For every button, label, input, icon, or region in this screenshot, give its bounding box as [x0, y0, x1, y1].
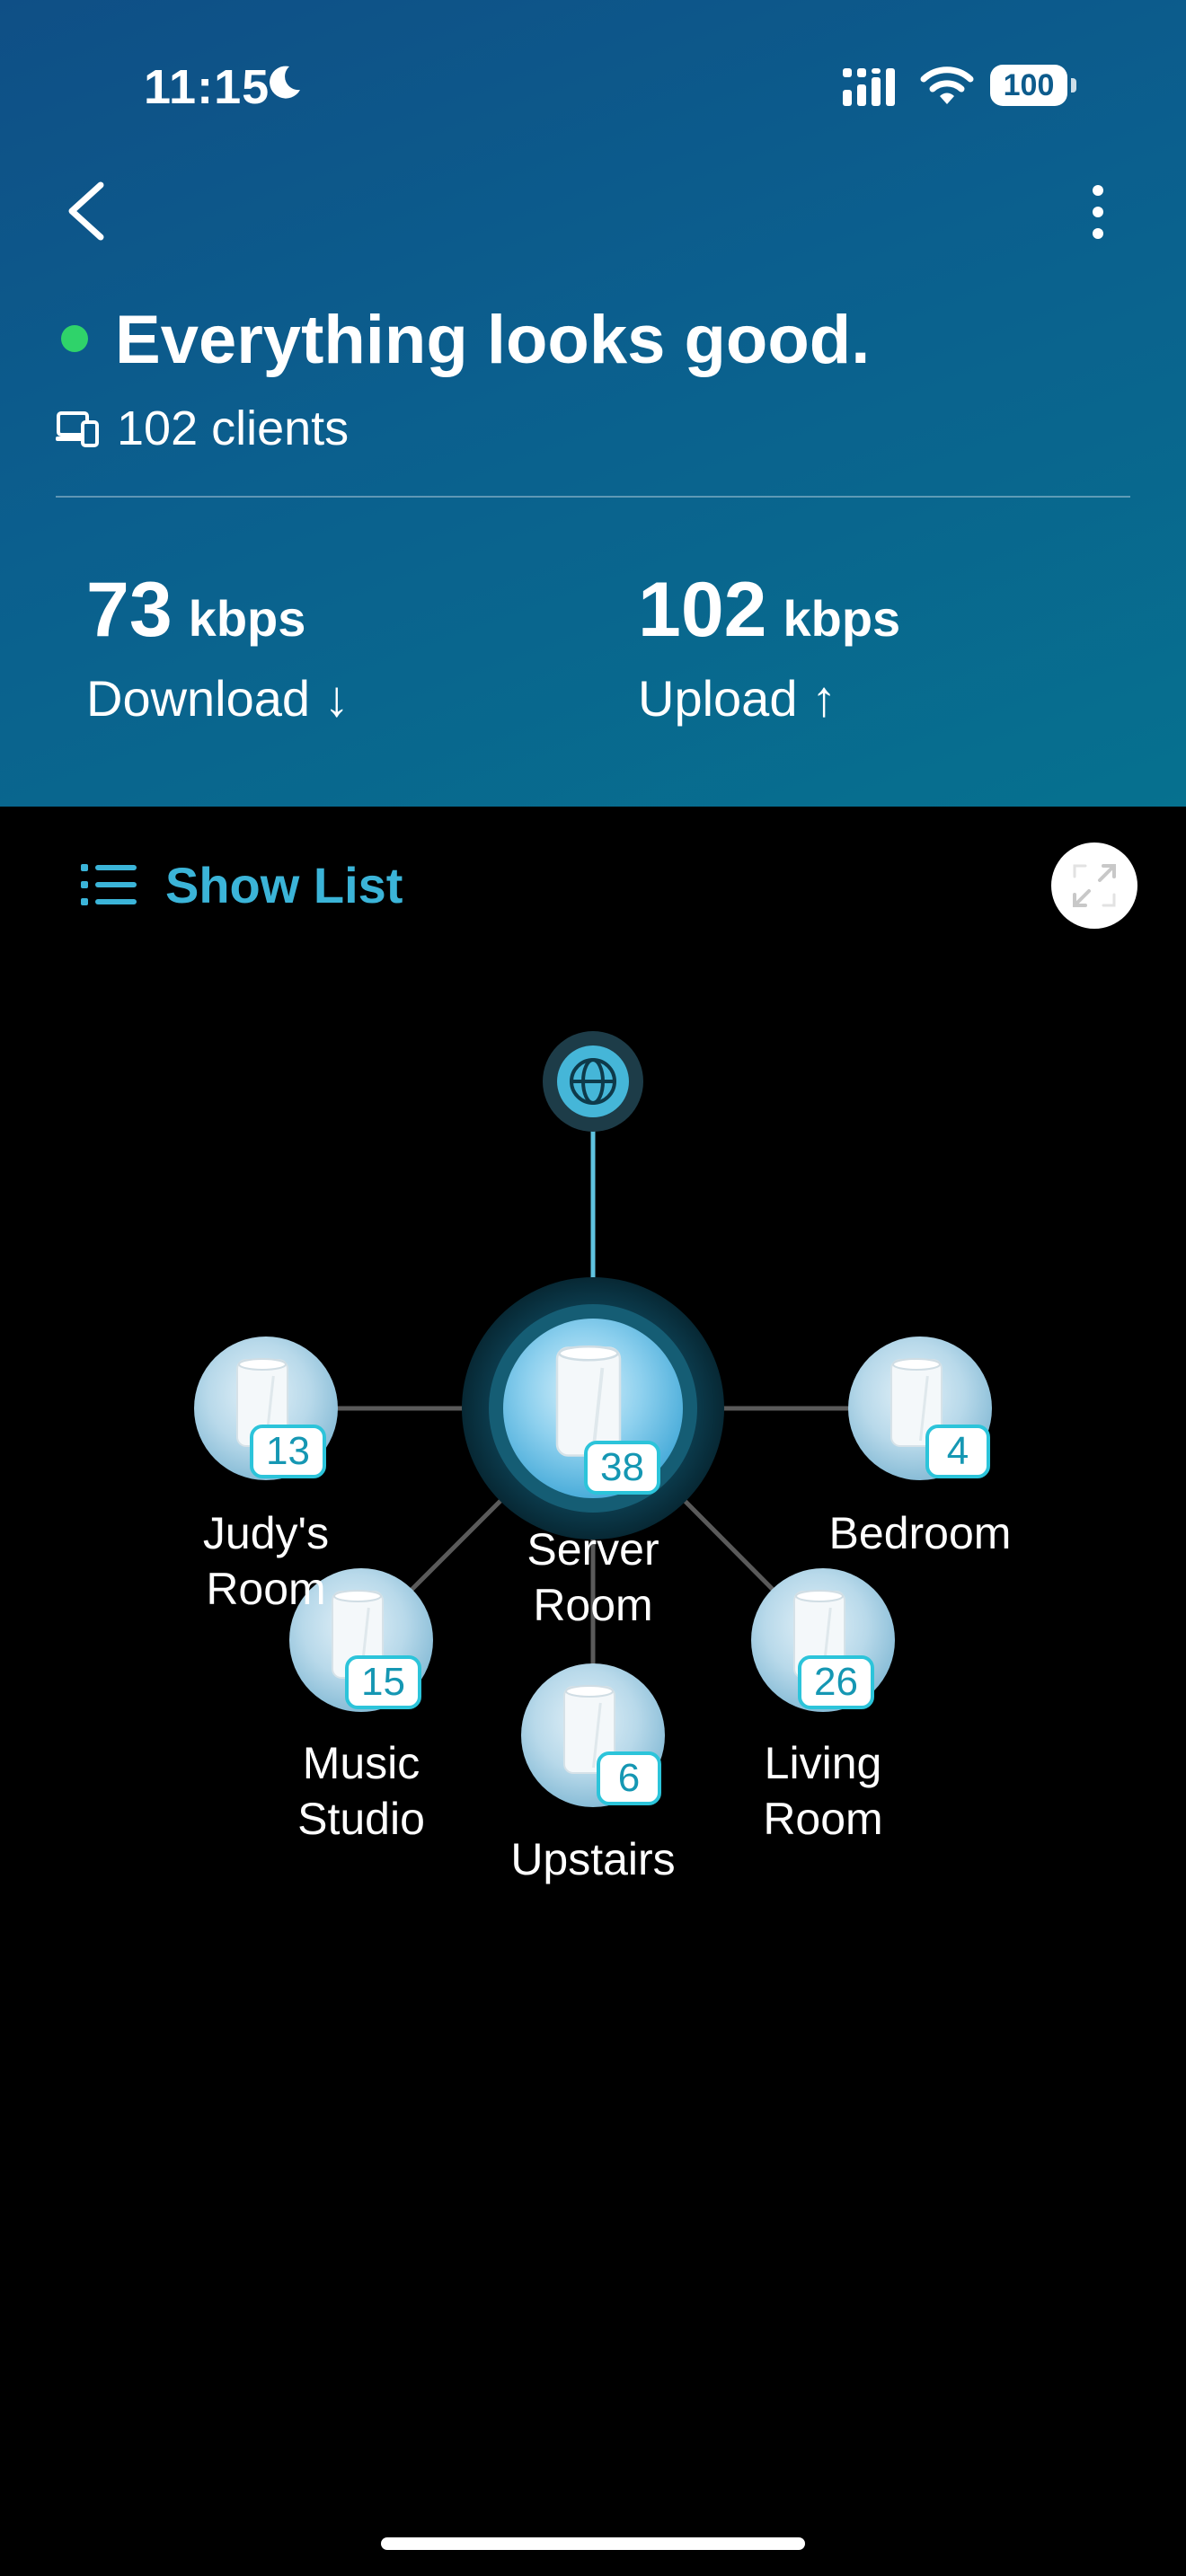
node-label-music-studio: Music Studio [226, 1735, 496, 1847]
expand-icon [1073, 864, 1116, 907]
wifi-icon [920, 66, 974, 104]
fullscreen-button[interactable] [1051, 842, 1137, 929]
client-count-badge-bedroom: 4 [925, 1425, 990, 1478]
home-indicator [381, 2537, 805, 2550]
client-count-badge-upstairs: 6 [597, 1751, 661, 1805]
more-options-button[interactable] [1075, 180, 1121, 244]
node-label-upstairs: Upstairs [458, 1831, 728, 1887]
show-list-label: Show List [165, 856, 403, 913]
clients-count[interactable]: 102 clients [117, 401, 349, 456]
list-icon [81, 864, 137, 905]
header-panel: 11:15 100 Everything looks good. 102 cli… [0, 0, 1186, 807]
node-label-judys-room: Judy's Room [131, 1505, 401, 1617]
client-count-badge-judys-room: 13 [250, 1425, 326, 1478]
node-label-line: Judy's [202, 1508, 330, 1558]
node-label-line: Studio [297, 1794, 425, 1844]
devices-icon [56, 411, 99, 447]
battery-level: 100 [990, 65, 1067, 106]
upload-value: 102 [638, 567, 767, 653]
node-label-bedroom: Bedroom [785, 1505, 1055, 1561]
upload-label: Upload ↑ [638, 670, 837, 727]
show-list-button[interactable]: Show List [81, 853, 403, 916]
back-button[interactable] [59, 180, 113, 243]
header-divider [56, 496, 1130, 498]
signal-icon [843, 68, 895, 106]
network-status-headline: Everything looks good. [115, 302, 871, 378]
download-value: 73 [86, 567, 173, 653]
node-label-line: Bedroom [828, 1508, 1012, 1558]
download-unit: kbps [188, 590, 306, 647]
status-ok-dot [61, 325, 88, 352]
upload-stat: 102 kbps Upload ↑ [638, 566, 900, 728]
upload-unit: kbps [783, 590, 901, 647]
client-count-badge-music-studio: 15 [345, 1655, 421, 1709]
status-bar: 11:15 100 [0, 0, 1186, 171]
node-label-line: Room [206, 1564, 326, 1614]
node-label-line: Room [533, 1580, 653, 1630]
mesh-topology-map: 38 Server Room 13 Judy's Room 4 Bedroom 15 Music S… [0, 988, 1186, 1976]
node-label-line: Music [302, 1738, 420, 1788]
client-count-badge-server-room: 38 [584, 1441, 660, 1495]
status-time: 11:15 [144, 60, 270, 114]
mesh-router-icon [555, 1345, 622, 1457]
node-label-line: Server [527, 1524, 659, 1575]
moon-icon [270, 66, 300, 99]
node-server-room[interactable] [462, 1277, 724, 1539]
download-label: Download ↓ [86, 670, 350, 727]
node-label-line: Room [763, 1794, 883, 1844]
node-label-line: Upstairs [510, 1834, 676, 1884]
node-label-living-room: Living Room [688, 1735, 958, 1847]
node-label-line: Living [764, 1738, 882, 1788]
node-label-server-room: Server Room [458, 1522, 728, 1633]
client-count-badge-living-room: 26 [798, 1655, 874, 1709]
download-stat: 73 kbps Download ↓ [86, 566, 350, 728]
battery-indicator: 100 [990, 65, 1076, 108]
